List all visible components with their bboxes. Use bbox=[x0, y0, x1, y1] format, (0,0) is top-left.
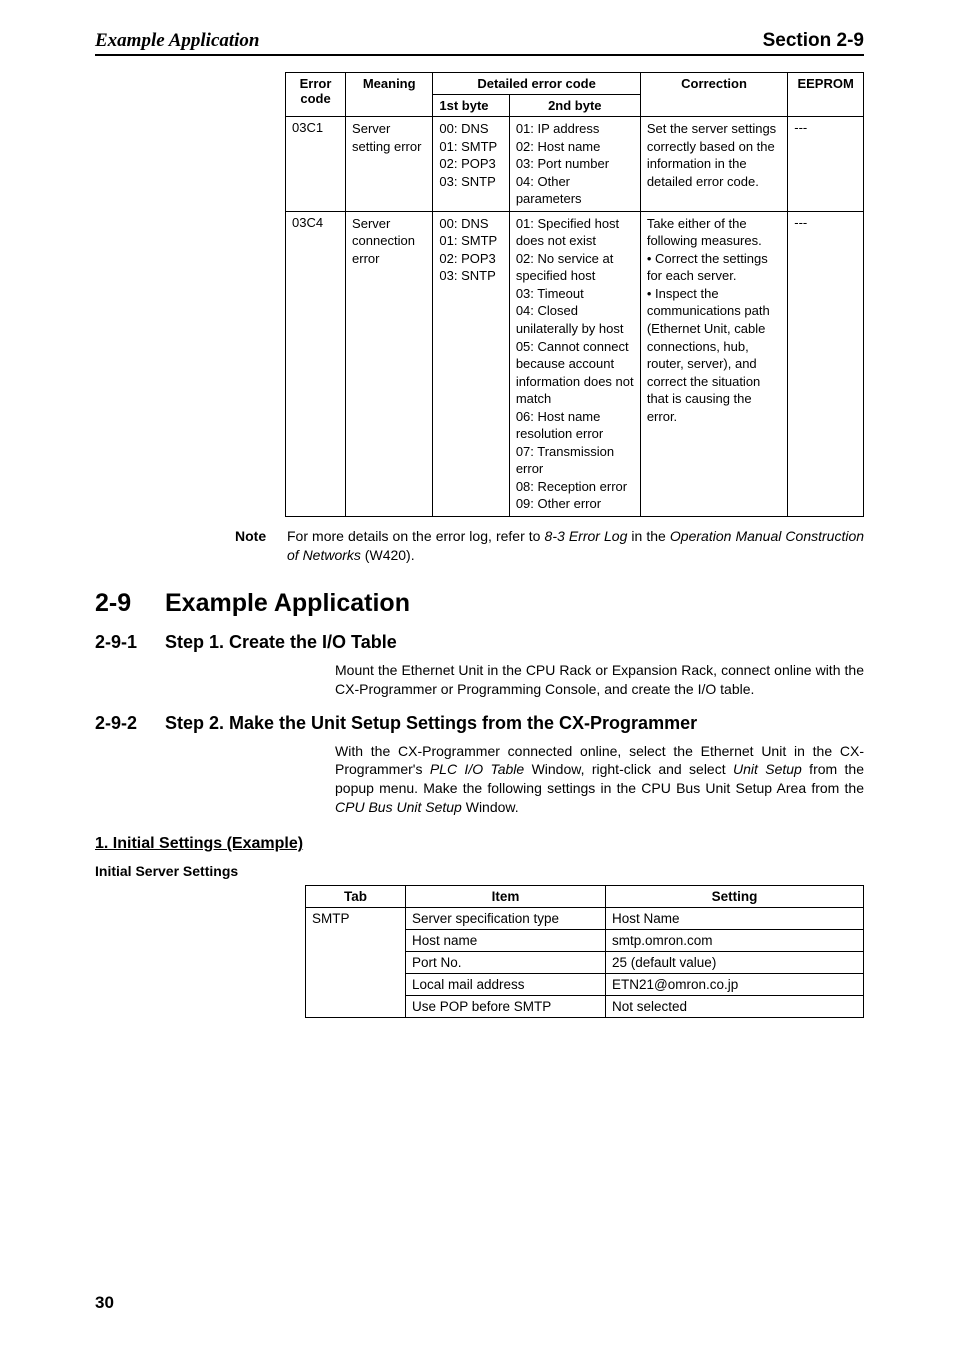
subsection-number: 2-9-2 bbox=[95, 713, 165, 734]
cell-eeprom: --- bbox=[788, 117, 864, 212]
cell-setting: Not selected bbox=[606, 996, 864, 1018]
cell-setting: 25 (default value) bbox=[606, 952, 864, 974]
header-left: Example Application bbox=[95, 30, 260, 52]
initial-settings-heading: 1. Initial Settings (Example) bbox=[95, 835, 864, 853]
cell-correction: Take either of the following measures. •… bbox=[640, 211, 787, 516]
page-number: 30 bbox=[95, 1293, 114, 1313]
cell-item: Use POP before SMTP bbox=[406, 996, 606, 1018]
note-label: Note bbox=[235, 527, 287, 565]
note-text-mid: in the bbox=[627, 528, 670, 544]
table-row: SMTP Server specification type Host Name bbox=[306, 908, 864, 930]
cell-item: Local mail address bbox=[406, 974, 606, 996]
error-code-table: Error code Meaning Detailed error code C… bbox=[285, 72, 864, 517]
body-part: Window, right-click and select bbox=[524, 761, 733, 777]
cell-byte1: 00: DNS 01: SMTP 02: POP3 03: SNTP bbox=[433, 117, 509, 212]
body-italic: PLC I/O Table bbox=[430, 761, 524, 777]
cell-setting: smtp.omron.com bbox=[606, 930, 864, 952]
th-error-code: Error code bbox=[286, 73, 346, 117]
section-title: Example Application bbox=[165, 589, 410, 617]
cell-byte1: 00: DNS 01: SMTP 02: POP3 03: SNTP bbox=[433, 211, 509, 516]
body-italic: CPU Bus Unit Setup bbox=[335, 799, 462, 815]
section-number: 2-9 bbox=[95, 589, 165, 618]
settings-table: Tab Item Setting SMTP Server specificati… bbox=[305, 885, 864, 1018]
th-eeprom: EEPROM bbox=[788, 73, 864, 117]
note-italic-1: 8-3 Error Log bbox=[545, 528, 628, 544]
cell-meaning: Server setting error bbox=[346, 117, 433, 212]
th-2nd-byte: 2nd byte bbox=[509, 95, 640, 117]
table-row: 03C1 Server setting error 00: DNS 01: SM… bbox=[286, 117, 864, 212]
note: Note For more details on the error log, … bbox=[235, 527, 864, 565]
subsection-title: Step 1. Create the I/O Table bbox=[165, 632, 397, 652]
th-meaning: Meaning bbox=[346, 73, 433, 117]
th-correction: Correction bbox=[640, 73, 787, 117]
cell-item: Host name bbox=[406, 930, 606, 952]
subsection-heading: 2-9-2Step 2. Make the Unit Setup Setting… bbox=[95, 713, 864, 734]
note-text-suffix: (W420). bbox=[361, 547, 415, 563]
subsection-body: Mount the Ethernet Unit in the CPU Rack … bbox=[335, 661, 864, 699]
cell-setting: Host Name bbox=[606, 908, 864, 930]
subsection-heading: 2-9-1Step 1. Create the I/O Table bbox=[95, 632, 864, 653]
subsection-title: Step 2. Make the Unit Setup Settings fro… bbox=[165, 713, 697, 733]
table-row: 03C4 Server connection error 00: DNS 01:… bbox=[286, 211, 864, 516]
body-italic: Unit Setup bbox=[733, 761, 802, 777]
note-text-prefix: For more details on the error log, refer… bbox=[287, 528, 545, 544]
initial-server-settings-heading: Initial Server Settings bbox=[95, 863, 864, 879]
section-heading: 2-9Example Application bbox=[95, 589, 864, 618]
cell-eeprom: --- bbox=[788, 211, 864, 516]
cell-byte2: 01: IP address 02: Host name 03: Port nu… bbox=[509, 117, 640, 212]
cell-item: Server specification type bbox=[406, 908, 606, 930]
cell-code: 03C1 bbox=[286, 117, 346, 212]
th-tab: Tab bbox=[306, 886, 406, 908]
cell-item: Port No. bbox=[406, 952, 606, 974]
th-1st-byte: 1st byte bbox=[433, 95, 509, 117]
page-header: Example Application Section 2-9 bbox=[95, 30, 864, 56]
cell-setting: ETN21@omron.co.jp bbox=[606, 974, 864, 996]
cell-tab: SMTP bbox=[306, 908, 406, 1018]
th-setting: Setting bbox=[606, 886, 864, 908]
cell-correction: Set the server settings correctly based … bbox=[640, 117, 787, 212]
th-item: Item bbox=[406, 886, 606, 908]
body-part: Window. bbox=[462, 799, 519, 815]
cell-byte2: 01: Specified host does not exist 02: No… bbox=[509, 211, 640, 516]
cell-code: 03C4 bbox=[286, 211, 346, 516]
subsection-body: With the CX-Programmer connected online,… bbox=[335, 742, 864, 818]
subsection-number: 2-9-1 bbox=[95, 632, 165, 653]
note-text: For more details on the error log, refer… bbox=[287, 527, 864, 565]
th-detailed: Detailed error code bbox=[433, 73, 640, 95]
header-right: Section 2-9 bbox=[763, 30, 864, 52]
cell-meaning: Server connection error bbox=[346, 211, 433, 516]
